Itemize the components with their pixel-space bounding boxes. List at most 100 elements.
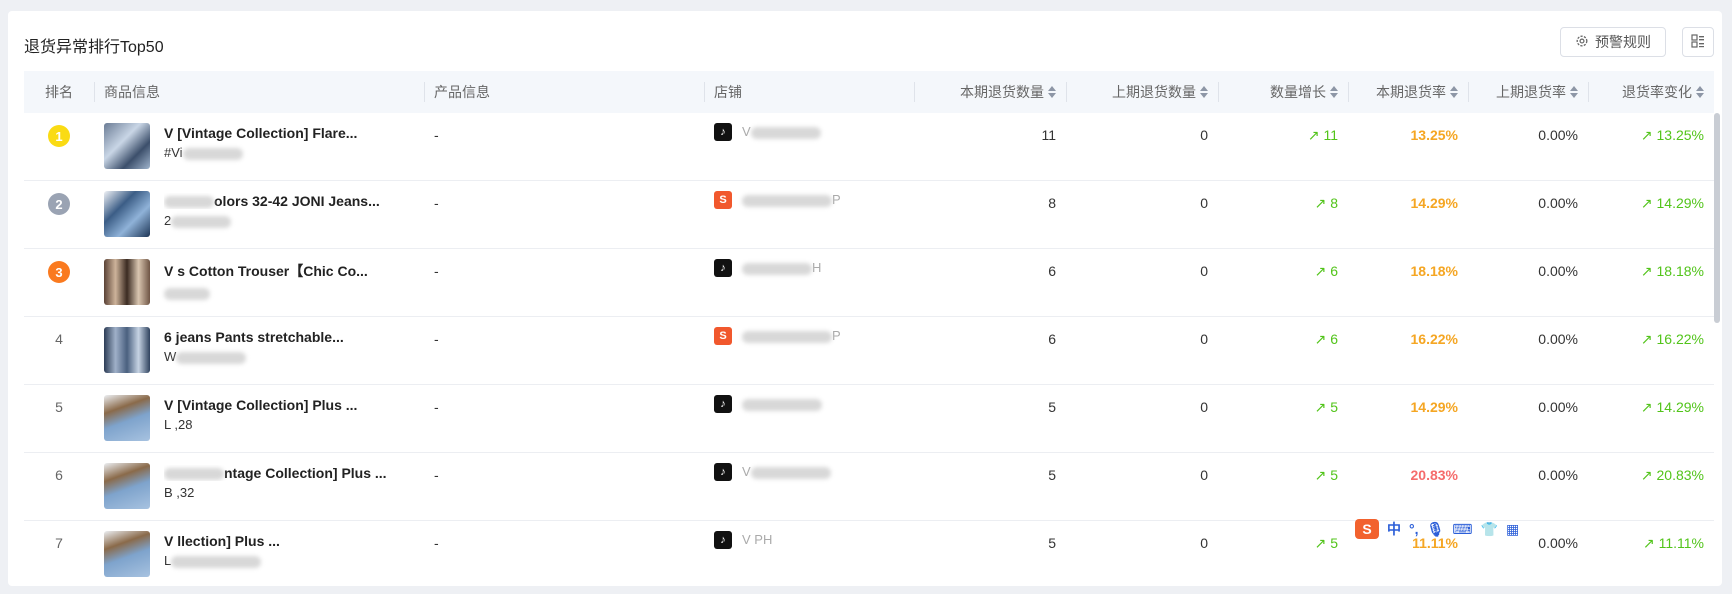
goods-name-text: olors 32-42 JONI Jeans... bbox=[214, 193, 380, 209]
table-row[interactable]: 2 olors 32-42 JONI Jeans... 2 - SP 8 0 ↗ 8… bbox=[24, 181, 1714, 249]
goods-sku: L ,28 bbox=[164, 417, 193, 432]
return-anomaly-card: 退货异常排行Top50 预警规则 排名 商品信息 产品信息 店铺 本期退货数量 … bbox=[8, 11, 1722, 586]
product-thumbnail[interactable] bbox=[104, 395, 150, 441]
goods-name[interactable]: V llection] Plus ... bbox=[164, 533, 412, 549]
product-thumbnail[interactable] bbox=[104, 123, 150, 169]
shopee-icon: S bbox=[714, 191, 732, 209]
table-row[interactable]: 3 V s Cotton Trouser【Chic Co... - ♪ H 6 0… bbox=[24, 249, 1714, 317]
card-header: 退货异常排行Top50 预警规则 bbox=[8, 11, 1722, 73]
rank-badge-bronze: 3 bbox=[48, 261, 70, 283]
rank-number: 7 bbox=[55, 535, 63, 551]
product-thumbnail[interactable] bbox=[104, 327, 150, 373]
sort-icon[interactable] bbox=[1330, 86, 1338, 98]
product-info: - bbox=[434, 127, 439, 143]
goods-name[interactable]: V s Cotton Trouser【Chic Co... bbox=[164, 261, 412, 281]
goods-sku-text: W bbox=[164, 349, 177, 364]
trend-up-icon: ↗ bbox=[1314, 195, 1327, 211]
goods-sku: L bbox=[164, 553, 412, 568]
qty-growth-value: 11 bbox=[1323, 127, 1338, 143]
prev-qty: 0 bbox=[1200, 263, 1208, 279]
prev-qty: 0 bbox=[1200, 195, 1208, 211]
product-thumbnail[interactable] bbox=[104, 531, 150, 577]
qty-growth: ↗ 8 bbox=[1218, 181, 1348, 248]
column-settings-button[interactable] bbox=[1682, 27, 1714, 57]
trend-up-icon: ↗ bbox=[1640, 399, 1653, 415]
trend-up-icon: ↗ bbox=[1314, 467, 1327, 483]
sort-icon[interactable] bbox=[1570, 86, 1578, 98]
goods-sku: #Vi bbox=[164, 145, 412, 160]
keyboard-icon[interactable]: ⌨ bbox=[1452, 521, 1472, 538]
shop-name-text: V bbox=[742, 464, 751, 479]
table-row[interactable]: 1 V [Vintage Collection] Flare... #Vi - ♪… bbox=[24, 113, 1714, 181]
col-prev-rate[interactable]: 上期退货率 bbox=[1468, 71, 1588, 113]
col-prev-rate-label: 上期退货率 bbox=[1496, 84, 1566, 100]
qty-growth: ↗ 6 bbox=[1218, 317, 1348, 384]
shop-name: V bbox=[742, 123, 821, 180]
table-row[interactable]: 5 V [Vintage Collection] Plus ... L ,28 -… bbox=[24, 385, 1714, 453]
ime-language[interactable]: 中 bbox=[1387, 519, 1401, 539]
apps-grid-icon[interactable]: ▦ bbox=[1506, 521, 1519, 538]
rank-cell: 2 bbox=[24, 181, 94, 248]
col-qty-growth[interactable]: 数量增长 bbox=[1218, 71, 1348, 113]
goods-cell: V [Vintage Collection] Plus ... L ,28 bbox=[94, 385, 424, 452]
goods-sku-text: #Vi bbox=[164, 145, 183, 160]
col-cur-rate[interactable]: 本期退货率 bbox=[1348, 71, 1468, 113]
alert-rules-button[interactable]: 预警规则 bbox=[1560, 27, 1666, 57]
vertical-scrollbar[interactable] bbox=[1714, 113, 1720, 323]
col-goods-label: 商品信息 bbox=[104, 84, 160, 100]
shop-cell: ♪ bbox=[704, 385, 914, 452]
goods-name[interactable]: olors 32-42 JONI Jeans... bbox=[164, 193, 412, 209]
microphone-icon[interactable]: 🎙 bbox=[1427, 521, 1445, 538]
rate-change: ↗ 18.18% bbox=[1588, 249, 1714, 316]
prev-rate: 0.00% bbox=[1538, 399, 1578, 415]
table-row[interactable]: 4 6 jeans Pants stretchable... W - SP 6 0… bbox=[24, 317, 1714, 385]
cur-qty: 6 bbox=[1048, 263, 1056, 279]
col-prev-qty[interactable]: 上期退货数量 bbox=[1066, 71, 1218, 113]
goods-name[interactable]: 6 jeans Pants stretchable... bbox=[164, 329, 412, 345]
tiktok-icon: ♪ bbox=[714, 259, 732, 277]
goods-name[interactable]: ntage Collection] Plus ... bbox=[164, 465, 412, 481]
qty-growth-value: 8 bbox=[1330, 195, 1338, 211]
product-thumbnail[interactable] bbox=[104, 191, 150, 237]
shop-cell: SP bbox=[704, 317, 914, 384]
sort-icon[interactable] bbox=[1696, 86, 1704, 98]
skin-icon[interactable]: 👕 bbox=[1481, 521, 1498, 538]
col-cur-rate-label: 本期退货率 bbox=[1376, 84, 1446, 100]
product-thumbnail[interactable] bbox=[104, 463, 150, 509]
sort-icon[interactable] bbox=[1048, 86, 1056, 98]
product-thumbnail[interactable] bbox=[104, 259, 150, 305]
cur-rate: 14.29% bbox=[1410, 399, 1458, 415]
table-header: 排名 商品信息 产品信息 店铺 本期退货数量 上期退货数量 数量增长 本期退货率… bbox=[24, 71, 1714, 113]
tiktok-icon: ♪ bbox=[714, 463, 732, 481]
goods-cell: ntage Collection] Plus ... B ,32 bbox=[94, 453, 424, 520]
qty-growth-value: 5 bbox=[1330, 467, 1338, 483]
sort-icon[interactable] bbox=[1200, 86, 1208, 98]
col-shop: 店铺 bbox=[704, 71, 914, 113]
goods-name[interactable]: V [Vintage Collection] Plus ... bbox=[164, 397, 412, 413]
product-info: - bbox=[434, 195, 439, 211]
rate-change-value: 14.29% bbox=[1656, 399, 1704, 415]
shop-cell: ♪ V bbox=[704, 453, 914, 520]
table-row[interactable]: 6 ntage Collection] Plus ... B ,32 - ♪ V 5… bbox=[24, 453, 1714, 521]
col-cur-qty[interactable]: 本期退货数量 bbox=[914, 71, 1066, 113]
shop-name: P bbox=[742, 191, 841, 248]
trend-up-icon: ↗ bbox=[1314, 263, 1327, 279]
ime-toolbar[interactable]: S 中 °, 🎙 ⌨ 👕 ▦ bbox=[1355, 518, 1519, 540]
cur-qty: 8 bbox=[1048, 195, 1056, 211]
qty-growth: ↗ 5 bbox=[1218, 453, 1348, 520]
col-rate-change[interactable]: 退货率变化 bbox=[1588, 71, 1714, 113]
sogou-ime-icon[interactable]: S bbox=[1355, 519, 1379, 539]
cur-rate: 20.83% bbox=[1410, 467, 1458, 483]
goods-name[interactable]: V [Vintage Collection] Flare... bbox=[164, 125, 412, 141]
shop-name bbox=[742, 395, 822, 452]
rank-cell: 6 bbox=[24, 453, 94, 520]
sort-icon[interactable] bbox=[1450, 86, 1458, 98]
trend-up-icon: ↗ bbox=[1314, 535, 1327, 551]
qty-growth-value: 5 bbox=[1330, 535, 1338, 551]
trend-up-icon: ↗ bbox=[1640, 195, 1653, 211]
punctuation-icon[interactable]: °, bbox=[1409, 521, 1419, 537]
trend-up-icon: ↗ bbox=[1640, 467, 1653, 483]
rate-change-value: 14.29% bbox=[1656, 195, 1704, 211]
shop-name-text: P bbox=[832, 328, 841, 343]
shop-name-text: V bbox=[742, 124, 751, 139]
